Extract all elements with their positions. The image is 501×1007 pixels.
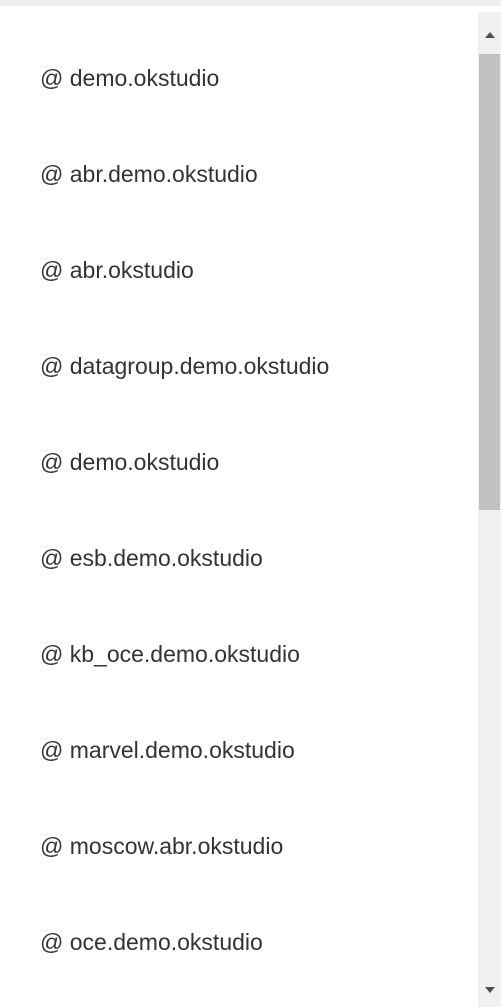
scroll-down-button[interactable] — [478, 977, 501, 1003]
list-item[interactable]: @ kb_oce.demo.okstudio — [0, 606, 478, 702]
list-item-label: @ marvel.demo.okstudio — [40, 736, 295, 763]
scrollbar-thumb[interactable] — [479, 54, 500, 510]
list-item-label: @ moscow.abr.okstudio — [40, 832, 284, 859]
list-item-label: @ kb_oce.demo.okstudio — [40, 640, 300, 667]
list-item[interactable]: @ abr.okstudio — [0, 222, 478, 318]
triangle-up-icon — [484, 32, 495, 38]
list-item[interactable]: @ oce.demo.okstudio — [0, 894, 478, 990]
triangle-down-icon — [484, 987, 495, 993]
list-item-label: @ demo.okstudio — [40, 64, 220, 91]
list-item[interactable]: @ demo.okstudio — [0, 30, 478, 126]
list-item[interactable]: @ demo.okstudio — [0, 414, 478, 510]
list-item-label: @ oce.demo.okstudio — [40, 928, 263, 955]
list-item-label: @ esb.demo.okstudio — [40, 544, 263, 571]
vertical-scrollbar[interactable] — [478, 12, 501, 1007]
list-item-label: @ datagroup.demo.okstudio — [40, 352, 330, 379]
list-item[interactable]: @ abr.demo.okstudio — [0, 126, 478, 222]
scroll-up-button[interactable] — [478, 22, 501, 48]
list-item[interactable]: @ datagroup.demo.okstudio — [0, 318, 478, 414]
list-item-label: @ abr.okstudio — [40, 256, 194, 283]
list-item[interactable]: @ moscow.abr.okstudio — [0, 798, 478, 894]
list-item-label: @ abr.demo.okstudio — [40, 160, 258, 187]
account-dropdown: @ demo.okstudio @ abr.demo.okstudio @ ab… — [0, 0, 501, 1007]
list-item-label: @ demo.okstudio — [40, 448, 220, 475]
list-item[interactable]: @ esb.demo.okstudio — [0, 510, 478, 606]
account-list: @ demo.okstudio @ abr.demo.okstudio @ ab… — [0, 12, 478, 1007]
list-item[interactable]: @ marvel.demo.okstudio — [0, 702, 478, 798]
